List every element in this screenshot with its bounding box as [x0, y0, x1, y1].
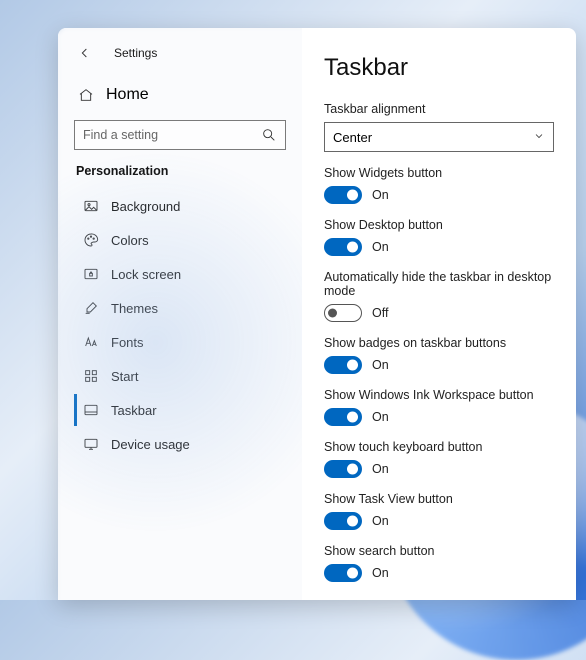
- sidebar: Settings Home Personalization Background…: [58, 28, 302, 600]
- sidebar-item-label: Themes: [111, 301, 158, 316]
- topbar: Settings: [74, 42, 286, 64]
- toggle-label: Show badges on taskbar buttons: [324, 336, 554, 350]
- toggle-label: Show Desktop button: [324, 218, 554, 232]
- sidebar-item-background[interactable]: Background: [74, 190, 286, 222]
- toggle-label: Show Widgets button: [324, 166, 554, 180]
- sidebar-item-label: Colors: [111, 233, 149, 248]
- toggle-field-badges: Show badges on taskbar buttons On: [324, 336, 554, 374]
- home-label: Home: [106, 86, 149, 104]
- toggle-field-desktop: Show Desktop button On: [324, 218, 554, 256]
- alignment-field: Taskbar alignment Center: [324, 102, 554, 152]
- toggle-state-text: Off: [372, 306, 388, 320]
- toggle-widgets[interactable]: [324, 186, 362, 204]
- sidebar-item-label: Background: [111, 199, 180, 214]
- image-icon: [83, 198, 99, 214]
- device-icon: [83, 436, 99, 452]
- toggle-list: Show Widgets buttonOnShow Desktop button…: [324, 166, 554, 582]
- nav-list: Background Colors Lock screen Themes Fonts St…: [74, 190, 286, 460]
- home-icon: [78, 87, 94, 103]
- toggle-autohide[interactable]: [324, 304, 362, 322]
- lock-icon: [83, 266, 99, 282]
- sidebar-item-themes[interactable]: Themes: [74, 292, 286, 324]
- toggle-knob: [347, 568, 358, 579]
- toggle-touchkb[interactable]: [324, 460, 362, 478]
- brush-icon: [83, 300, 99, 316]
- toggle-state-text: On: [372, 358, 389, 372]
- toggle-label: Show touch keyboard button: [324, 440, 554, 454]
- toggle-row: On: [324, 564, 554, 582]
- toggle-row: On: [324, 356, 554, 374]
- toggle-state-text: On: [372, 566, 389, 580]
- toggle-state-text: On: [372, 410, 389, 424]
- search-input[interactable]: [83, 128, 261, 142]
- sidebar-item-start[interactable]: Start: [74, 360, 286, 392]
- toggle-row: On: [324, 408, 554, 426]
- toggle-label: Show search button: [324, 544, 554, 558]
- alignment-select[interactable]: Center: [324, 122, 554, 152]
- toggle-ink[interactable]: [324, 408, 362, 426]
- toggle-taskview[interactable]: [324, 512, 362, 530]
- sidebar-item-label: Start: [111, 369, 138, 384]
- toggle-field-autohide: Automatically hide the taskbar in deskto…: [324, 270, 554, 322]
- sidebar-item-colors[interactable]: Colors: [74, 224, 286, 256]
- arrow-left-icon: [77, 45, 93, 61]
- page-title: Taskbar: [324, 54, 554, 82]
- alignment-label: Taskbar alignment: [324, 102, 554, 116]
- toggle-row: On: [324, 238, 554, 256]
- start-icon: [83, 368, 99, 384]
- sidebar-item-label: Taskbar: [111, 403, 157, 418]
- toggle-knob: [347, 464, 358, 475]
- toggle-badges[interactable]: [324, 356, 362, 374]
- toggle-field-widgets: Show Widgets button On: [324, 166, 554, 204]
- back-button[interactable]: [74, 42, 96, 64]
- sidebar-item-fonts[interactable]: Fonts: [74, 326, 286, 358]
- toggle-knob: [328, 309, 337, 318]
- toggle-desktop[interactable]: [324, 238, 362, 256]
- taskbar-icon: [83, 402, 99, 418]
- chevron-down-icon: [533, 130, 545, 145]
- toggle-row: On: [324, 460, 554, 478]
- toggle-label: Show Task View button: [324, 492, 554, 506]
- toggle-label: Show Windows Ink Workspace button: [324, 388, 554, 402]
- toggle-label: Automatically hide the taskbar in deskto…: [324, 270, 554, 298]
- toggle-row: On: [324, 512, 554, 530]
- search-icon: [261, 127, 277, 143]
- palette-icon: [83, 232, 99, 248]
- sidebar-item-label: Fonts: [111, 335, 144, 350]
- toggle-knob: [347, 516, 358, 527]
- alignment-value: Center: [333, 130, 372, 145]
- settings-window: Settings Home Personalization Background…: [58, 28, 576, 600]
- sidebar-item-label: Lock screen: [111, 267, 181, 282]
- toggle-search[interactable]: [324, 564, 362, 582]
- toggle-knob: [347, 190, 358, 201]
- sidebar-item-taskbar[interactable]: Taskbar: [74, 394, 286, 426]
- sidebar-item-home[interactable]: Home: [74, 80, 286, 110]
- toggle-field-taskview: Show Task View button On: [324, 492, 554, 530]
- toggle-field-search: Show search button On: [324, 544, 554, 582]
- toggle-knob: [347, 360, 358, 371]
- sidebar-item-label: Device usage: [111, 437, 190, 452]
- toggle-row: Off: [324, 304, 554, 322]
- toggle-knob: [347, 242, 358, 253]
- sidebar-item-lockscreen[interactable]: Lock screen: [74, 258, 286, 290]
- toggle-field-touchkb: Show touch keyboard button On: [324, 440, 554, 478]
- toggle-state-text: On: [372, 462, 389, 476]
- sidebar-item-deviceusage[interactable]: Device usage: [74, 428, 286, 460]
- toggle-state-text: On: [372, 240, 389, 254]
- app-title: Settings: [114, 46, 157, 60]
- toggle-state-text: On: [372, 188, 389, 202]
- content: Taskbar Taskbar alignment Center Show Wi…: [302, 28, 576, 600]
- toggle-state-text: On: [372, 514, 389, 528]
- section-label: Personalization: [74, 164, 286, 178]
- toggle-field-ink: Show Windows Ink Workspace button On: [324, 388, 554, 426]
- search-box[interactable]: [74, 120, 286, 150]
- fonts-icon: [83, 334, 99, 350]
- toggle-row: On: [324, 186, 554, 204]
- toggle-knob: [347, 412, 358, 423]
